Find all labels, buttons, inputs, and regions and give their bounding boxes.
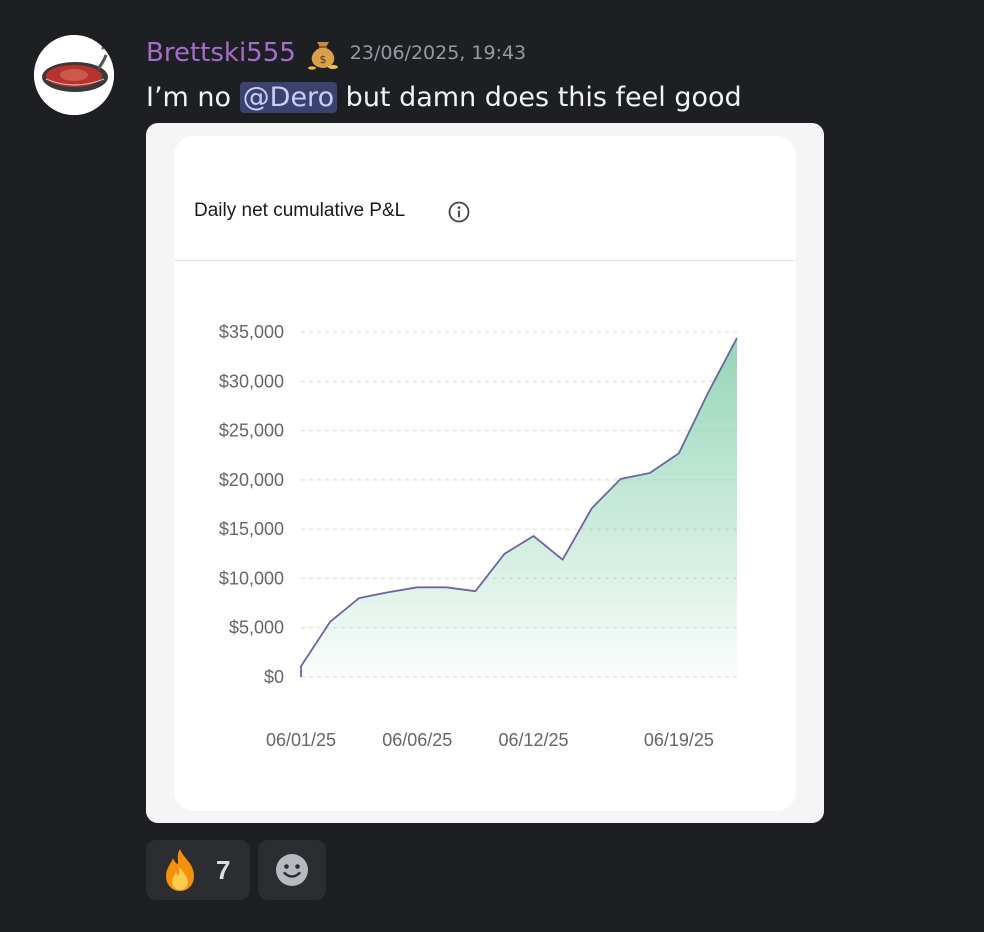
message-text-before: I’m no xyxy=(146,82,240,113)
user-avatar[interactable] xyxy=(34,35,114,115)
pnl-area-chart: $0 $5,000 $10,000 $15,000 $20,000 $25,000 $30,… xyxy=(219,322,738,750)
add-reaction-button[interactable] xyxy=(258,840,326,900)
y-tick-label: $25,000 xyxy=(219,421,284,441)
fire-emoji-icon xyxy=(160,847,200,893)
svg-text:$: $ xyxy=(319,53,326,66)
x-tick-label: 06/01/25 xyxy=(266,730,336,750)
y-tick-label: $0 xyxy=(264,667,284,687)
reaction-count: 7 xyxy=(216,854,231,885)
y-tick-label: $10,000 xyxy=(219,568,284,588)
y-tick-label: $30,000 xyxy=(219,371,284,391)
x-tick-label: 06/19/25 xyxy=(644,730,714,750)
x-tick-label: 06/12/25 xyxy=(498,730,568,750)
x-tick-label: 06/06/25 xyxy=(382,730,452,750)
username[interactable]: Brettski555 xyxy=(146,33,296,73)
y-tick-label: $15,000 xyxy=(219,519,284,539)
message-timestamp: 23/06/2025, 19:43 xyxy=(349,42,527,64)
image-attachment[interactable]: Daily net cumulative P&L $0 $5,000 $10,000… xyxy=(146,123,824,823)
message-header: Brettski555 $ 23/06/2025, 19:43 xyxy=(146,33,526,73)
user-mention[interactable]: @Dero xyxy=(239,82,338,113)
y-tick-label: $5,000 xyxy=(229,618,284,638)
y-tick-label: $20,000 xyxy=(219,470,284,490)
add-reaction-icon xyxy=(275,853,309,887)
reactions-bar: 7 xyxy=(146,840,326,900)
pnl-card: Daily net cumulative P&L $0 $5,000 $10,000… xyxy=(174,136,796,811)
y-tick-label: $35,000 xyxy=(219,322,284,342)
golf-driver-avatar-image xyxy=(34,35,114,115)
money-bag-icon: $ xyxy=(304,34,342,72)
reaction-fire[interactable]: 7 xyxy=(146,840,250,900)
message-text: I’m no @Dero but damn does this feel goo… xyxy=(146,78,742,118)
pnl-area-fill xyxy=(301,337,737,677)
message-text-after: but damn does this feel good xyxy=(337,82,742,113)
